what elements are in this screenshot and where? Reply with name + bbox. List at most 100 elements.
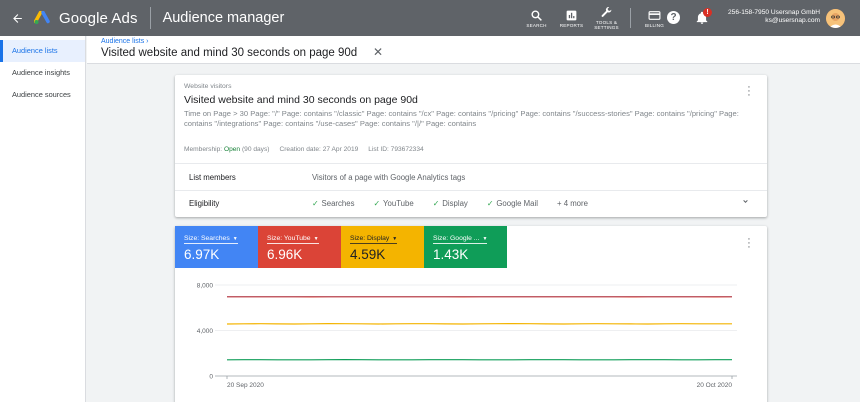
eligibility-item: ✓ Display — [433, 199, 468, 208]
membership-duration: (90 days) — [241, 146, 270, 153]
divider — [149, 7, 151, 29]
audience-details-card: · · · Website visitors Visited website and… — [175, 75, 767, 217]
creation-info: Creation date: 27 Apr 2019 — [279, 146, 358, 153]
size-tile-display[interactable]: Size: Display ▼ 4.59K — [341, 226, 424, 268]
more-options-icon[interactable]: · · · — [744, 234, 754, 253]
y-tick-label: 0 — [209, 374, 213, 381]
list-id-info: List ID: 793672334 — [368, 146, 423, 153]
tile-dropdown[interactable]: Size: Google ... ▼ — [433, 235, 488, 244]
tile-dropdown[interactable]: Size: YouTube ▼ — [267, 235, 319, 244]
tile-value: 6.96K — [267, 247, 303, 262]
checkmark-icon: ✓ — [312, 199, 319, 208]
tile-value: 6.97K — [184, 247, 220, 262]
tile-dropdown[interactable]: Size: Display ▼ — [350, 235, 398, 244]
search-label: SEARCH — [526, 22, 547, 28]
breadcrumb-separator: › — [146, 38, 149, 45]
billing-label: BILLING — [644, 22, 665, 28]
notification-badge: ! — [703, 8, 712, 17]
breadcrumb-link[interactable]: Audience lists — [101, 38, 144, 45]
tile-label: Size: Searches — [184, 235, 230, 242]
google-ads-logo-icon — [33, 10, 52, 25]
dropdown-arrow-icon: ▼ — [392, 236, 398, 242]
membership-info: Membership: Open (90 days) — [184, 146, 269, 153]
account-info[interactable]: 256-158-7950 Usersnap GmbH ks@usersnap.c… — [720, 9, 820, 25]
dropdown-arrow-icon: ▼ — [313, 236, 319, 242]
checkmark-icon: ✓ — [373, 199, 381, 208]
page-title: Visited website and mind 30 seconds on p… — [101, 47, 358, 59]
reports-label: REPORTS — [559, 22, 584, 28]
list-id-label: List ID: — [368, 146, 389, 153]
x-tick-label: 20 Oct 2020 — [697, 382, 733, 389]
wrench-icon — [601, 7, 612, 17]
membership-label: Membership: — [184, 146, 223, 153]
creation-date: 27 Apr 2019 — [322, 146, 359, 153]
sidebar-item-audience-lists[interactable]: Audience lists — [0, 40, 85, 62]
top-app-bar: Google Ads Audience manager SEARCH REPOR… — [0, 0, 860, 36]
sidebar-nav: Audience lists Audience insights Audienc… — [0, 36, 86, 402]
checkmark-icon: ✓ — [486, 199, 494, 208]
audience-rules: Time on Page > 30 Page: "/" Page: contai… — [184, 109, 739, 128]
eligibility-list: ✓ Searches ✓ YouTube ✓ Display ✓ Google Mail… — [312, 199, 607, 208]
list-id-value: 793672334 — [390, 146, 424, 153]
breadcrumb[interactable]: Audience lists › — [101, 38, 149, 45]
eligibility-youtube: YouTube — [383, 199, 414, 208]
x-tick-label: 20 Sep 2020 — [227, 382, 264, 389]
audience-size-card: Size: Searches ▼ 6.97K Size: YouTube ▼ 6.9… — [175, 226, 767, 402]
audience-meta: Membership: Open (90 days) Creation date… — [184, 146, 424, 153]
eligibility-item: ✓ Google Mail — [487, 199, 538, 208]
tile-value: 1.43K — [433, 247, 469, 262]
eligibility-row: Eligibility ✓ Searches ✓ YouTube ✓ Display … — [175, 190, 767, 217]
eligibility-searches: Searches — [321, 199, 355, 208]
bar-chart-icon — [566, 10, 577, 20]
y-tick-label: 8,000 — [197, 283, 214, 290]
tools-settings-label: TOOLS & SETTINGS — [594, 20, 619, 30]
audience-title: Visited website and mind 30 seconds on p… — [184, 94, 418, 106]
close-icon[interactable]: ✕ — [373, 45, 383, 59]
sidebar-item-audience-sources[interactable]: Audience sources — [0, 84, 85, 106]
chevron-down-icon[interactable] — [741, 197, 750, 208]
checkmark-icon: ✓ — [432, 199, 440, 208]
app-title: Audience manager — [162, 10, 285, 26]
audience-type: Website visitors — [184, 83, 232, 90]
tools-settings-button[interactable]: TOOLS & SETTINGS — [589, 6, 624, 30]
reports-button[interactable]: REPORTS — [554, 9, 589, 28]
eligibility-item: ✓ Searches — [312, 199, 355, 208]
eligibility-more: + 4 more — [556, 199, 588, 208]
size-tile-youtube[interactable]: Size: YouTube ▼ 6.96K — [258, 226, 341, 268]
membership-status: Open — [223, 146, 241, 153]
eligibility-display: Display — [442, 199, 468, 208]
avatar[interactable] — [826, 9, 845, 28]
back-arrow-icon[interactable] — [0, 12, 34, 25]
size-tile-google-mail[interactable]: Size: Google ... ▼ 1.43K — [424, 226, 507, 268]
divider — [630, 8, 631, 28]
tile-label: Size: Display — [350, 235, 390, 242]
tile-dropdown[interactable]: Size: Searches ▼ — [184, 235, 238, 244]
size-trend-chart: 0 4,000 8,000 20 Sep 2020 20 Oct 2020 — [197, 283, 737, 389]
list-members-value: Visitors of a page with Google Analytics… — [312, 173, 466, 182]
help-icon[interactable]: ? — [667, 11, 680, 24]
eligibility-label: Eligibility — [189, 199, 220, 208]
eligibility-item: ✓ YouTube — [374, 199, 414, 208]
account-email: ks@usersnap.com — [765, 17, 820, 24]
more-options-icon[interactable]: · · · — [744, 82, 754, 101]
sidebar-item-audience-insights[interactable]: Audience insights — [0, 62, 85, 84]
creation-label: Creation date: — [279, 146, 321, 153]
tile-label: Size: YouTube — [267, 235, 311, 242]
list-members-label: List members — [189, 173, 236, 182]
dropdown-arrow-icon: ▼ — [482, 236, 488, 242]
y-tick-label: 4,000 — [197, 328, 214, 335]
account-id: 256-158-7950 Usersnap GmbH — [728, 9, 820, 16]
toolbar: SEARCH REPORTS TOOLS & SETTINGS BILLING — [519, 0, 672, 36]
size-tiles: Size: Searches ▼ 6.97K Size: YouTube ▼ 6.9… — [175, 226, 507, 268]
credit-card-icon — [648, 10, 661, 20]
tile-label: Size: Google ... — [433, 235, 480, 242]
list-members-row: List members Visitors of a page with Goo… — [175, 164, 767, 191]
eligibility-google-mail: Google Mail — [496, 199, 538, 208]
dropdown-arrow-icon: ▼ — [232, 236, 238, 242]
brand-name: Google Ads — [59, 9, 138, 27]
size-tile-searches[interactable]: Size: Searches ▼ 6.97K — [175, 226, 258, 268]
search-icon — [531, 9, 542, 21]
tile-value: 4.59K — [350, 247, 386, 262]
page-header: Audience lists › Visited website and min… — [87, 36, 860, 64]
search-button[interactable]: SEARCH — [519, 9, 554, 28]
